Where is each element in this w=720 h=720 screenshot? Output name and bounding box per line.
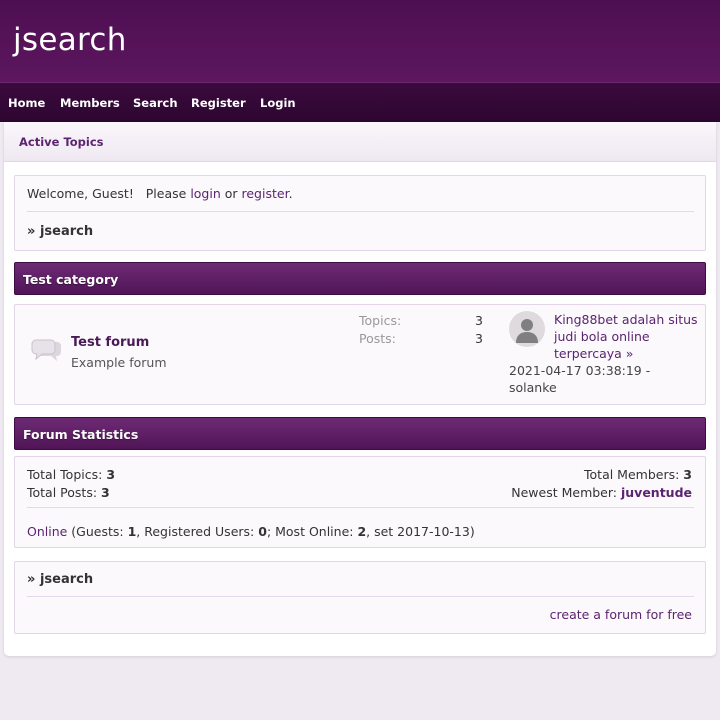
online-text: (Guests: [67,524,128,539]
breadcrumb-arrow: » [27,224,36,239]
forum-description: Example forum [71,355,167,370]
topics-label: Topics: [359,313,402,328]
newest-member-label: Newest Member: [511,485,621,500]
total-members: Total Members: 3 [584,467,692,482]
online-text: ; Most Online: [266,524,358,539]
newest-member: Newest Member: juventude [511,485,692,500]
online-text: , Registered Users: [136,524,259,539]
footer-breadcrumb-home-link[interactable]: jsearch [40,572,93,587]
total-posts-label: Total Posts: [27,485,102,500]
last-post-link-line3[interactable]: terpercaya [554,346,622,361]
register-link[interactable]: register [242,186,289,201]
divider [27,507,694,508]
divider [27,211,694,212]
last-post-title: King88bet adalah situs judi bola online … [554,311,698,362]
online-stats: Online (Guests: 1, Registered Users: 0; … [27,524,475,539]
newest-member-link[interactable]: juventude [621,485,692,500]
nav-login-link[interactable]: Login [260,96,296,110]
topics-count: 3 [475,313,483,328]
welcome-message: Welcome, Guest! Please login or register… [27,186,293,201]
login-link[interactable]: login [190,186,220,201]
welcome-panel: Welcome, Guest! Please login or register… [14,175,706,251]
forum-row: Test forum Example forum Topics: 3 Posts… [14,304,706,405]
create-forum-link[interactable]: create a forum for free [550,607,692,622]
total-topics: Total Topics: 3 [27,467,115,482]
total-members-label: Total Members: [584,467,684,482]
main-navigation: Home Members Search Register Login [0,82,720,122]
forum-statistics-title: Forum Statistics [23,427,139,442]
breadcrumb-home-link[interactable]: jsearch [40,224,93,239]
welcome-text: Welcome, Guest! Please [27,186,191,201]
last-post-meta: 2021-04-17 03:38:19 - solanke [509,362,650,396]
online-text: , set 2017-10-13) [366,524,475,539]
total-topics-value: 3 [106,467,116,482]
nav-search-link[interactable]: Search [133,96,178,110]
posts-count: 3 [475,331,483,346]
breadcrumb: » jsearch [27,224,93,239]
last-post-link-line1[interactable]: King88bet adalah situs [554,312,698,327]
nav-register-link[interactable]: Register [191,96,246,110]
posts-label: Posts: [359,331,396,346]
most-online-count: 2 [357,524,367,539]
last-post-date: 2021-04-17 03:38:19 - [509,363,651,378]
breadcrumb-arrow: » [27,572,36,587]
last-post-author[interactable]: solanke [509,380,557,395]
forum-name-link[interactable]: Test forum [71,335,149,350]
total-posts-value: 3 [101,485,110,500]
sub-navigation-bar: Active Topics [4,122,716,162]
period-text: . [288,186,293,201]
nav-members-link[interactable]: Members [60,96,120,110]
total-members-value: 3 [683,467,692,482]
last-post-link-line2[interactable]: judi bola online [554,329,650,344]
forum-statistics-header: Forum Statistics [14,417,706,450]
online-users-link[interactable]: Online [27,524,67,539]
avatar [509,311,545,347]
total-topics-label: Total Topics: [27,467,107,482]
site-header: jsearch [0,0,720,82]
statistics-panel: Total Topics: 3 Total Posts: 3 Total Mem… [14,456,706,548]
category-header: Test category [14,262,706,295]
divider [27,596,694,597]
guests-count: 1 [127,524,137,539]
site-title[interactable]: jsearch [13,22,127,58]
go-to-last-post-arrow[interactable]: » [626,346,634,361]
total-posts: Total Posts: 3 [27,485,110,500]
registered-count: 0 [258,524,267,539]
footer-panel: » jsearch create a forum for free [14,561,706,634]
category-title-link[interactable]: Test category [23,272,118,287]
forum-bubbles-icon [31,339,63,366]
active-topics-link[interactable]: Active Topics [19,135,104,149]
nav-home-link[interactable]: Home [8,96,45,110]
footer-breadcrumb: » jsearch [27,572,93,587]
or-text: or [220,186,242,201]
